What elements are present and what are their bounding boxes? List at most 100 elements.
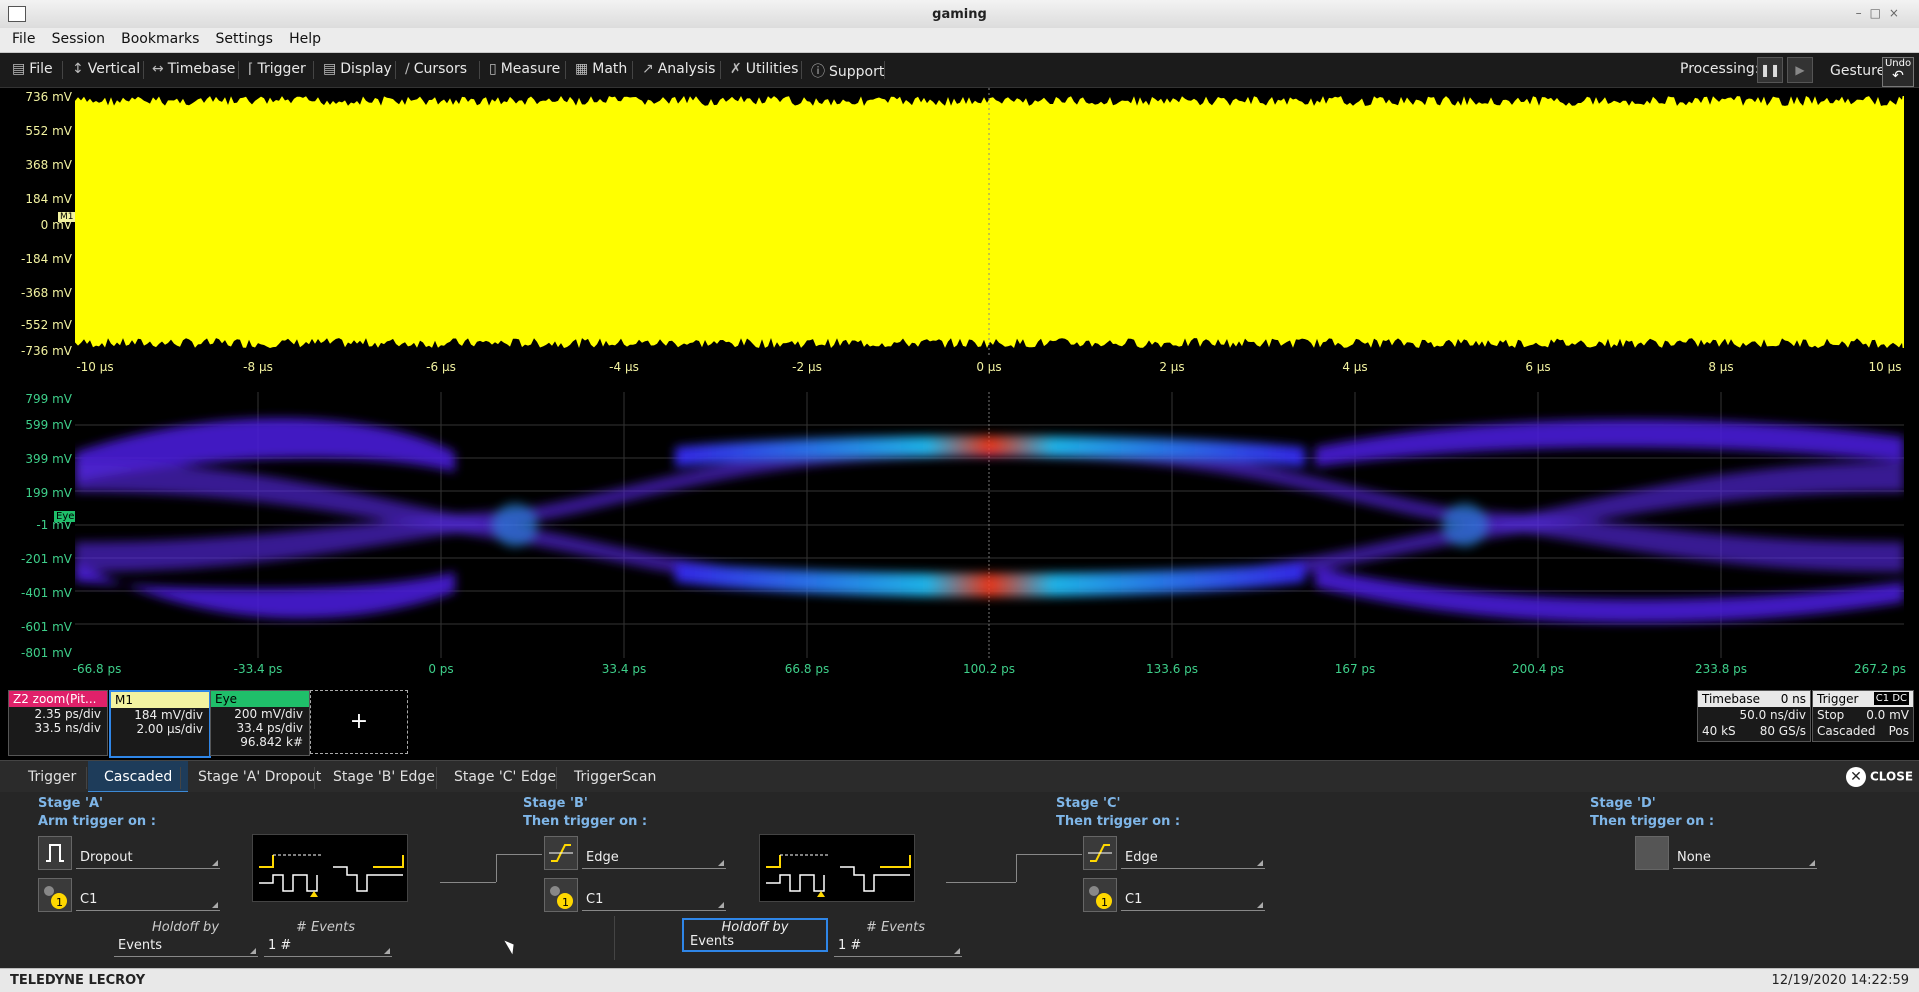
dropout-icon[interactable]	[38, 836, 72, 870]
holdoff-b-field[interactable]: Holdoff by Events	[682, 918, 828, 952]
stage-b-subtitle: Then trigger on :	[523, 814, 648, 829]
stage-c-subtitle: Then trigger on :	[1056, 814, 1181, 829]
toolbar-cursors[interactable]: ∕ Cursors	[405, 61, 467, 77]
processing-label: Processing:	[1680, 61, 1760, 77]
stage-b-title: Stage 'B'	[523, 796, 588, 811]
m1-name: M1	[111, 692, 209, 708]
measure-icon: ▯	[489, 61, 497, 77]
m1-descriptor[interactable]: M1 184 mV/div 2.00 µs/div	[109, 690, 211, 758]
y-tick: 184 mV	[25, 192, 72, 206]
stage-b-type-select[interactable]: Edge	[582, 848, 726, 869]
vertical-icon: ↕	[72, 61, 84, 77]
status-datetime: 12/19/2020 14:22:59	[1771, 973, 1909, 988]
svg-text:1: 1	[562, 896, 569, 909]
toolbar-file[interactable]: ▤ File	[12, 61, 53, 77]
top-y-axis: 736 mV 552 mV 368 mV 184 mV 0 mV -184 mV…	[0, 88, 72, 358]
eye-diagram-svg	[75, 392, 1904, 658]
utilities-icon: ✗	[730, 61, 742, 77]
play-button[interactable]: ▶	[1787, 57, 1813, 83]
stage-c-type-select[interactable]: Edge	[1121, 848, 1265, 869]
cursors-icon: ∕	[405, 61, 410, 77]
y-tick: -736 mV	[21, 344, 72, 358]
toolbar-measure[interactable]: ▯ Measure	[489, 61, 560, 77]
stage-a-title: Stage 'A'	[38, 796, 104, 811]
toolbar-utilities[interactable]: ✗ Utilities	[730, 61, 798, 77]
cascaded-panel: Stage 'A' Arm trigger on : Dropout 1 C1 …	[0, 792, 1919, 968]
stage-b-edge-diagram	[759, 834, 915, 902]
toolbar-math[interactable]: ▦ Math	[575, 61, 627, 77]
y-tick: -184 mV	[21, 252, 72, 266]
bottom-x-axis: -66.8 ps -33.4 ps 0 ps 33.4 ps 66.8 ps 1…	[72, 662, 1907, 676]
undo-icon: ↶	[1892, 68, 1904, 84]
window-title: gaming	[932, 7, 987, 22]
close-button[interactable]: ✕ CLOSE	[1846, 767, 1913, 787]
menu-settings[interactable]: Settings	[216, 31, 273, 47]
timebase-descriptor[interactable]: Timebase 0 ns 50.0 ns/div 40 kS 80 GS/s	[1697, 690, 1811, 742]
menu-bar: File Session Bookmarks Settings Help	[0, 28, 1919, 53]
toolbar-support[interactable]: ⓘ Support	[811, 61, 884, 81]
tab-cascaded[interactable]: Cascaded	[88, 761, 189, 794]
tab-trigger[interactable]: Trigger	[28, 769, 76, 785]
m1-tdiv: 2.00 µs/div	[136, 722, 203, 736]
holdoff-b-events-input[interactable]: 1 #	[834, 936, 962, 957]
holdoff-b-events-label: # Events	[866, 920, 926, 935]
stage-a-type-select[interactable]: Dropout	[76, 848, 220, 869]
toolbar-trigger[interactable]: ⌈ Trigger	[248, 61, 306, 77]
edge-icon[interactable]	[1083, 836, 1117, 870]
tab-stage-a-dropout[interactable]: Stage 'A' Dropout	[198, 769, 321, 785]
stage-b-source-icon[interactable]: 1	[544, 878, 578, 912]
stage-c-source-select[interactable]: C1	[1121, 890, 1265, 911]
analysis-icon: ↗	[642, 61, 654, 77]
tab-stage-b-edge[interactable]: Stage 'B' Edge	[333, 769, 435, 785]
m1-marker[interactable]: M1	[58, 212, 76, 222]
title-bar: gaming –□×	[0, 0, 1919, 29]
gesture-label: Gesture	[1830, 63, 1886, 79]
pause-button[interactable]: ❚❚	[1757, 57, 1783, 83]
toolbar-analysis[interactable]: ↗ Analysis	[642, 61, 715, 77]
undo-button[interactable]: Undo ↶	[1882, 57, 1914, 87]
tab-triggerscan[interactable]: TriggerScan	[574, 769, 656, 785]
mouse-cursor-icon	[504, 937, 518, 955]
holdoff-a-label: Holdoff by	[152, 920, 220, 935]
menu-session[interactable]: Session	[52, 31, 105, 47]
trigger-icon: ⌈	[248, 61, 254, 77]
timebase-icon: ↔	[152, 61, 164, 77]
window-controls[interactable]: –□×	[1856, 6, 1907, 20]
toolbar-display[interactable]: ▤ Display	[323, 61, 392, 77]
z2-name: Z2 zoom(Pit...	[9, 691, 107, 707]
m1-trace-grid[interactable]	[75, 88, 1904, 358]
edge-icon[interactable]	[544, 836, 578, 870]
svg-text:1: 1	[56, 896, 63, 909]
eye-tdiv: 33.4 ps/div	[236, 721, 304, 735]
tab-stage-c-edge[interactable]: Stage 'C' Edge	[454, 769, 556, 785]
y-tick: 736 mV	[25, 90, 72, 104]
stage-a-source-icon[interactable]: 1	[38, 878, 72, 912]
eye-descriptor[interactable]: Eye 200 mV/div 33.4 ps/div 96.842 k#	[210, 690, 310, 756]
stage-d-type-select[interactable]: None	[1673, 848, 1817, 869]
menu-file[interactable]: File	[12, 31, 35, 47]
toolbar-timebase[interactable]: ↔ Timebase	[152, 61, 235, 77]
eye-marker[interactable]: Eye	[54, 511, 77, 522]
trigger-tabs: Trigger Cascaded Stage 'A' Dropout Stage…	[0, 760, 1919, 794]
menu-help[interactable]: Help	[289, 31, 321, 47]
eye-count: 96.842 k#	[240, 735, 303, 749]
add-trace-button[interactable]: +	[310, 690, 408, 754]
toolbar-vertical[interactable]: ↕ Vertical	[72, 61, 140, 77]
stage-b-source-select[interactable]: C1	[582, 890, 726, 911]
holdoff-a-events-input[interactable]: 1 #	[264, 936, 392, 957]
scope-toolbar: ▤ File ↕ Vertical ↔ Timebase ⌈ Trigger ▤ Disp…	[0, 53, 1919, 88]
file-icon: ▤	[12, 61, 26, 77]
holdoff-a-events-label: # Events	[296, 920, 356, 935]
trigger-descriptor[interactable]: Trigger C1 DC Stop 0.0 mV Cascaded Pos	[1812, 690, 1914, 742]
eye-diagram-grid[interactable]	[75, 392, 1904, 658]
stage-c-source-icon[interactable]: 1	[1083, 878, 1117, 912]
stage-a-source-select[interactable]: C1	[76, 890, 220, 911]
z2-descriptor[interactable]: Z2 zoom(Pit... 2.35 ps/div 33.5 ns/div	[8, 690, 108, 756]
stage-a-dropout-diagram	[252, 834, 408, 902]
stage-c-title: Stage 'C'	[1056, 796, 1121, 811]
holdoff-a-select[interactable]: Events	[114, 936, 258, 957]
none-icon[interactable]	[1635, 836, 1669, 870]
y-tick: -368 mV	[21, 286, 72, 300]
menu-bookmarks[interactable]: Bookmarks	[121, 31, 199, 47]
status-bar: TELEDYNE LECROY 12/19/2020 14:22:59	[0, 968, 1919, 992]
